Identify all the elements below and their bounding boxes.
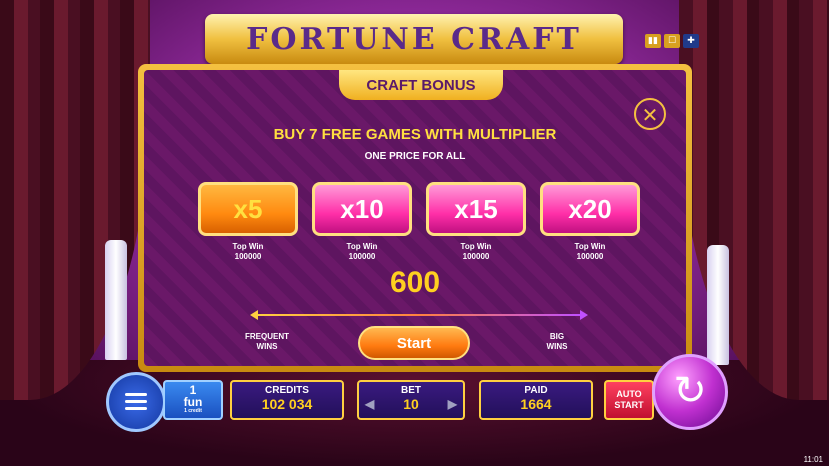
start-button[interactable]: Start [358,326,470,360]
multiplier-x10-button[interactable]: x10 [312,182,412,236]
auto-start-button[interactable]: AUTO START [604,380,654,420]
big-wins-line-1: BIG [549,332,565,341]
top-win-value: 100000 [234,252,262,261]
bet-value: 10 [403,396,419,412]
top-win-x10: Top Win 100000 [312,242,412,262]
fun-sub: 1 credit [184,408,202,414]
game-title-plate: FORTUNE CRAFT [205,14,623,64]
menu-button[interactable] [106,372,166,432]
volatility-arrow [250,310,588,320]
top-win-x20: Top Win 100000 [540,242,640,262]
multiplier-x15-button[interactable]: x15 [426,182,526,236]
dialog-headline: BUY 7 FREE GAMES WITH MULTIPLIER [273,126,557,143]
credits-box: CREDITS 102 034 [230,380,344,420]
bet-label: BET [401,385,421,396]
dialog-title: CRAFT BONUS [366,76,476,94]
menu-icon-line [125,393,147,396]
bet-decrease-icon[interactable]: ◀ [365,397,374,411]
multiplier-x5-button[interactable]: x5 [198,182,298,236]
top-win-x15: Top Win 100000 [426,242,526,262]
game-stage: FORTUNE CRAFT ▮▮ ☐ ✚ CRAFT BONUS ✕ BUY 7… [0,0,829,466]
big-wins-label: BIG WINS [522,332,592,352]
top-win-x5: Top Win 100000 [198,242,298,262]
paid-value: 1664 [520,396,552,412]
top-win-value: 100000 [576,252,604,261]
bet-box: BET ◀ 10 ▶ [357,380,465,420]
curtain-left [0,0,150,400]
pause-icon[interactable]: ▮▮ [645,34,661,48]
menu-icon-line [125,407,147,410]
credits-value: 102 034 [261,396,313,412]
bet-increase-icon[interactable]: ▶ [448,397,457,411]
candle-left [105,240,127,360]
auto-start-line-2: START [614,400,644,410]
top-icons: ▮▮ ☐ ✚ [645,34,699,48]
frequent-wins-line-1: FREQUENT [245,332,289,341]
fun-label: fun [183,395,203,409]
auto-start-line-1: AUTO [616,389,642,399]
top-win-label: Top Win [460,242,492,251]
credits-label: CREDITS [265,385,309,396]
info-icon[interactable]: ☐ [664,34,680,48]
fun-credit-box[interactable]: 1 fun 1 credit [163,380,223,420]
dialog-tab: CRAFT BONUS [339,70,503,100]
multiplier-x20-button[interactable]: x20 [540,182,640,236]
top-win-label: Top Win [346,242,378,251]
paid-box: PAID 1664 [479,380,593,420]
spin-button[interactable]: ↻ [652,354,728,430]
uk-flag-icon[interactable]: ✚ [683,34,699,48]
curtain-right [679,0,829,400]
dialog-subheadline: ONE PRICE FOR ALL [364,151,466,162]
candle-right [707,245,729,365]
clock: 11:01 [803,455,823,464]
top-win-value: 100000 [348,252,376,261]
menu-icon-line [125,400,147,403]
top-win-value: 100000 [462,252,490,261]
craft-bonus-dialog: CRAFT BONUS ✕ BUY 7 FREE GAMES WITH MULT… [138,64,692,372]
top-win-label: Top Win [232,242,264,251]
big-wins-line-2: WINS [546,342,568,351]
game-title: FORTUNE CRAFT [246,21,582,57]
paid-label: PAID [524,385,548,396]
frequent-wins-line-2: WINS [256,342,278,351]
bonus-price: 600 [389,266,441,299]
frequent-wins-label: FREQUENT WINS [232,332,302,352]
top-win-label: Top Win [574,242,606,251]
dialog-panel: CRAFT BONUS ✕ BUY 7 FREE GAMES WITH MULT… [144,70,686,366]
